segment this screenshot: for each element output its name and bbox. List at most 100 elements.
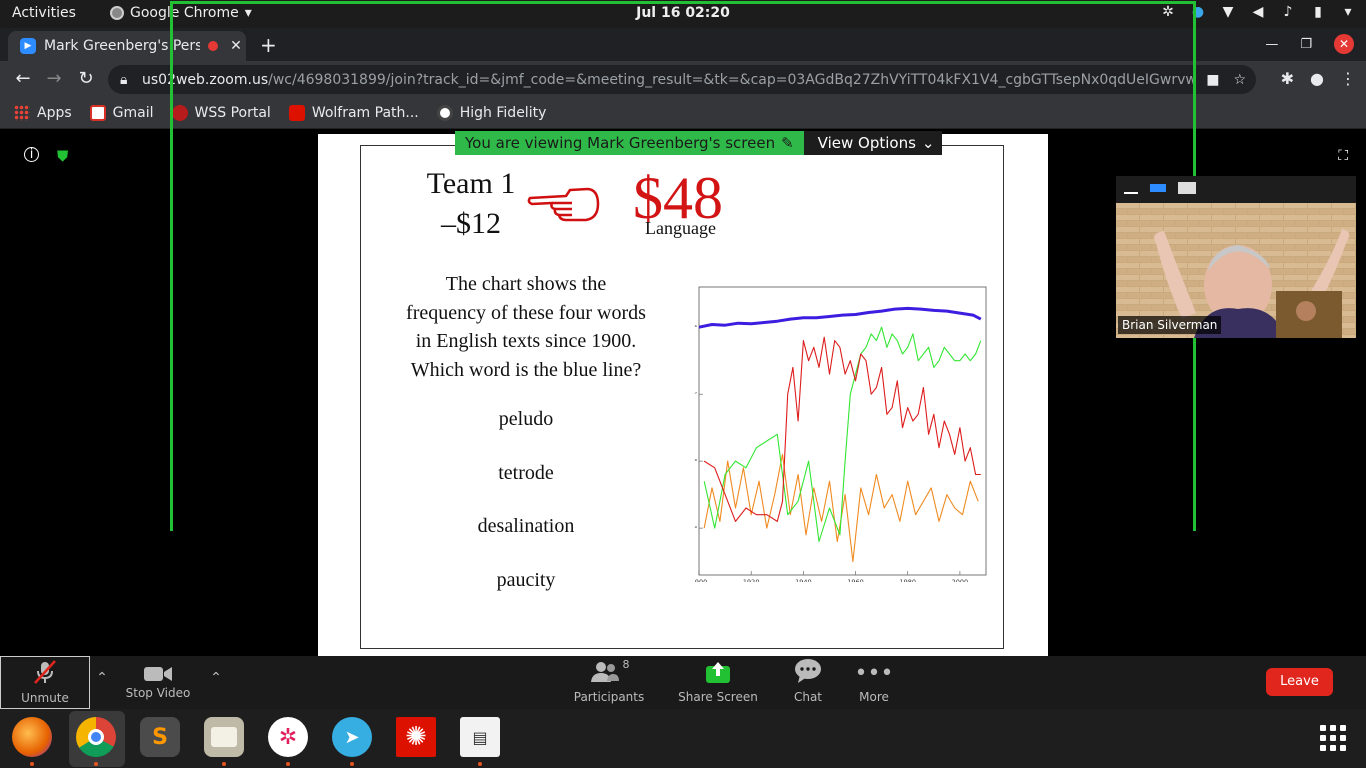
profile-avatar-icon[interactable]: ● — [1310, 69, 1324, 88]
share-screen-icon — [678, 656, 758, 684]
bookmark-apps[interactable]: Apps — [14, 104, 72, 121]
gallery-controls — [1124, 182, 1196, 194]
reload-icon[interactable]: ↻ — [75, 68, 97, 89]
leave-button[interactable]: Leave — [1266, 668, 1333, 696]
meeting-info-icons: i ⛊ — [24, 147, 68, 165]
x-tick-label: 1940 — [795, 578, 812, 582]
volume-icon: ◀ — [1252, 4, 1264, 20]
gmail-icon — [89, 104, 106, 121]
show-applications-icon[interactable] — [1320, 725, 1346, 751]
x-tick-label: 1920 — [743, 578, 760, 582]
viewing-message: You are viewing Mark Greenberg's screen … — [455, 131, 804, 155]
document-viewer-icon[interactable]: ▤ — [460, 717, 500, 757]
window-close-button[interactable]: ✕ — [1334, 34, 1354, 54]
extensions-puzzle-icon[interactable]: ✱ — [1281, 69, 1294, 88]
more-label: More — [859, 690, 889, 704]
unmute-button[interactable]: Unmute — [0, 656, 90, 709]
participant-video[interactable]: Brian Silverman — [1116, 203, 1356, 338]
info-icon[interactable]: i — [24, 147, 39, 162]
speaker-view-icon[interactable] — [1150, 184, 1166, 192]
category-label: Language — [645, 218, 716, 238]
fullscreen-icon[interactable]: ⛶ — [1338, 148, 1348, 164]
wifi-icon: ▼ — [1222, 4, 1234, 20]
running-indicator — [30, 762, 34, 766]
files-icon[interactable] — [204, 717, 244, 757]
gallery-view-icon[interactable] — [1178, 182, 1196, 194]
question-line: The chart shows the — [445, 273, 607, 295]
battery-icon: ▮ — [1314, 4, 1322, 20]
camera-permission-icon[interactable]: ■ — [1206, 72, 1219, 88]
apps-grid-icon — [14, 104, 30, 121]
question-line: Which word is the blue line? — [410, 358, 642, 381]
stop-video-button[interactable]: Stop Video — [118, 656, 198, 709]
desktop: Activities Google Chrome ▾ Jul 16 02:20 … — [0, 0, 1366, 768]
lock-icon[interactable]: 🔒︎ — [120, 72, 132, 88]
view-options-button[interactable]: View Options ⌄ — [803, 131, 943, 155]
back-arrow-icon[interactable]: ← — [12, 68, 34, 89]
video-options-caret-icon[interactable]: ⌃ — [206, 656, 226, 709]
view-options-label-fallback: View Options — [817, 134, 916, 152]
game-slide: Team 1 –$12 $48 Language The chart shows… — [360, 145, 1004, 649]
participant-count: 8 — [622, 658, 630, 671]
zoom-favicon-icon: ▶ — [20, 38, 36, 54]
minimize-icon[interactable]: — — [1265, 37, 1278, 52]
firefox-icon[interactable] — [12, 717, 52, 757]
pointing-hand-icon — [527, 187, 600, 222]
audio-options-caret-icon[interactable]: ⌃ — [92, 656, 112, 709]
bookmark-label: Gmail — [112, 104, 154, 121]
viewing-message-text: You are viewing Mark Greenberg's screen — [465, 134, 776, 152]
bookmark-gmail[interactable]: Gmail — [89, 104, 154, 121]
participants-label: Participants — [573, 690, 645, 704]
chat-button[interactable]: Chat — [786, 656, 830, 709]
more-dots-icon: ••• — [854, 660, 894, 686]
video-camera-icon — [118, 656, 198, 684]
ubuntu-dock: S ✲ ➤ ✺ ▤ — [0, 709, 1366, 768]
restore-icon[interactable]: ❐ — [1300, 37, 1312, 52]
minimize-video-icon[interactable] — [1124, 192, 1138, 194]
chrome-menu-icon[interactable]: ⋮ — [1340, 69, 1356, 88]
running-indicator — [222, 762, 226, 766]
answer-option: desalination — [477, 515, 575, 537]
chrome-app-icon — [110, 6, 124, 20]
question-text: The chart shows the frequency of these f… — [391, 270, 661, 384]
screen-share-status-bar: You are viewing Mark Greenberg's screen … — [455, 131, 943, 155]
question-line: frequency of these four words — [406, 301, 646, 324]
word-frequency-chart: 10⁻⁶ 10⁻⁷ 10⁻⁸ 10⁻⁹ 1900 1920 1940 1960 1980 2000 — [694, 286, 987, 582]
chat-label: Chat — [793, 690, 823, 704]
participants-icon: 8 — [570, 656, 648, 684]
running-indicator — [350, 762, 354, 766]
x-tick-label: 1900 — [694, 578, 707, 582]
muted-microphone-icon — [1, 657, 89, 685]
encryption-shield-icon[interactable]: ⛊ — [57, 147, 68, 165]
chrome-icon[interactable] — [76, 717, 116, 757]
participants-button[interactable]: 8 Participants — [570, 656, 648, 709]
forward-arrow-icon[interactable]: → — [43, 68, 65, 89]
more-button[interactable]: ••• More — [852, 656, 896, 709]
unmute-label: Unmute — [21, 691, 69, 705]
y-tick-label: 10⁻⁶ — [694, 324, 698, 331]
sublime-text-icon[interactable]: S — [140, 717, 180, 757]
x-tick-label: 2000 — [952, 578, 969, 582]
answer-option: paucity — [496, 569, 556, 591]
y-tick-label: 10⁻⁹ — [694, 525, 697, 532]
question-line: in English texts since 1900. — [415, 330, 637, 352]
window-controls: — ❐ ✕ — [1265, 34, 1354, 54]
x-tick-label: 1960 — [847, 578, 864, 582]
zoom-meeting-controls: Unmute ⌃ Stop Video ⌃ 8 Participants Sha… — [0, 656, 1366, 709]
system-menu-caret-icon[interactable]: ▾ — [1340, 4, 1356, 20]
bookmark-star-icon[interactable]: ☆ — [1233, 72, 1246, 88]
y-tick-label: 10⁻⁷ — [694, 391, 697, 398]
slack-icon[interactable]: ✲ — [268, 717, 308, 757]
stop-video-label: Stop Video — [125, 686, 191, 700]
telegram-icon[interactable]: ➤ — [332, 717, 372, 757]
x-tick-label: 1980 — [899, 578, 916, 582]
answer-option: peludo — [498, 408, 554, 430]
activities-button[interactable]: Activities — [12, 5, 76, 21]
participant-video-panel: Brian Silverman — [1116, 176, 1356, 338]
chart-plot-area — [698, 286, 987, 576]
wolfram-mathematica-icon[interactable]: ✺ — [396, 717, 436, 757]
share-screen-label: Share Screen — [678, 690, 758, 704]
bookmark-label: Apps — [37, 104, 72, 121]
share-screen-button[interactable]: Share Screen — [678, 656, 758, 709]
pointer-icon: ✎ — [781, 134, 794, 152]
